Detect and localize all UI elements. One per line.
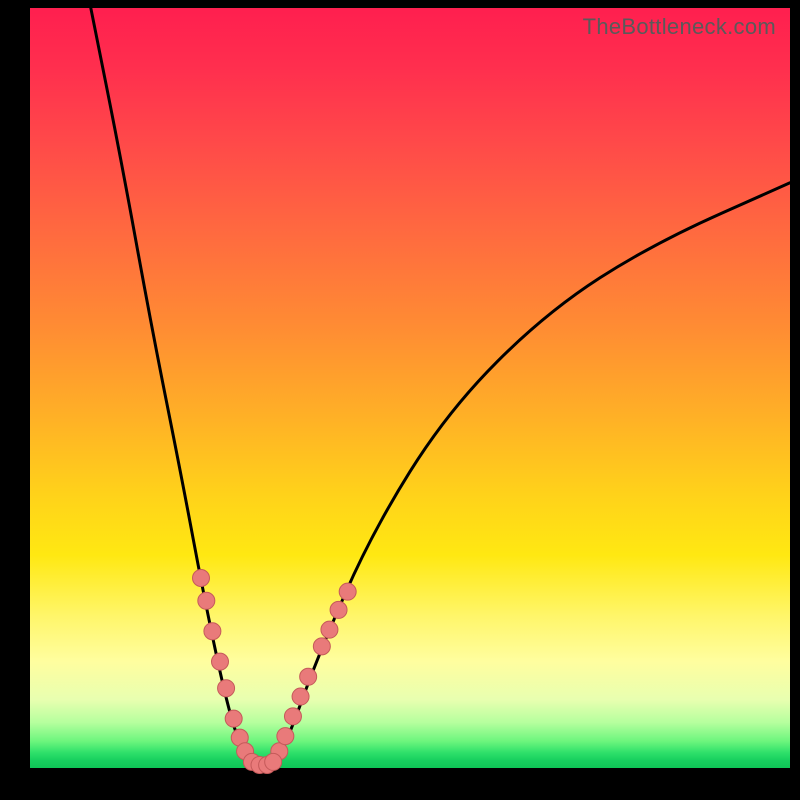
data-point [321, 621, 338, 638]
data-point [198, 592, 215, 609]
data-point [193, 570, 210, 587]
chart-svg [30, 8, 790, 768]
bottleneck-curve [91, 8, 790, 768]
data-point [212, 653, 229, 670]
plot-area: TheBottleneck.com [30, 8, 790, 768]
data-point [204, 623, 221, 640]
data-point [300, 668, 317, 685]
data-point [330, 601, 347, 618]
data-point [218, 680, 235, 697]
data-point [339, 583, 356, 600]
chart-frame: TheBottleneck.com [0, 0, 800, 800]
data-point [284, 708, 301, 725]
data-point [313, 638, 330, 655]
data-point [277, 728, 294, 745]
data-point [225, 710, 242, 727]
data-point [265, 753, 282, 770]
data-point [292, 688, 309, 705]
